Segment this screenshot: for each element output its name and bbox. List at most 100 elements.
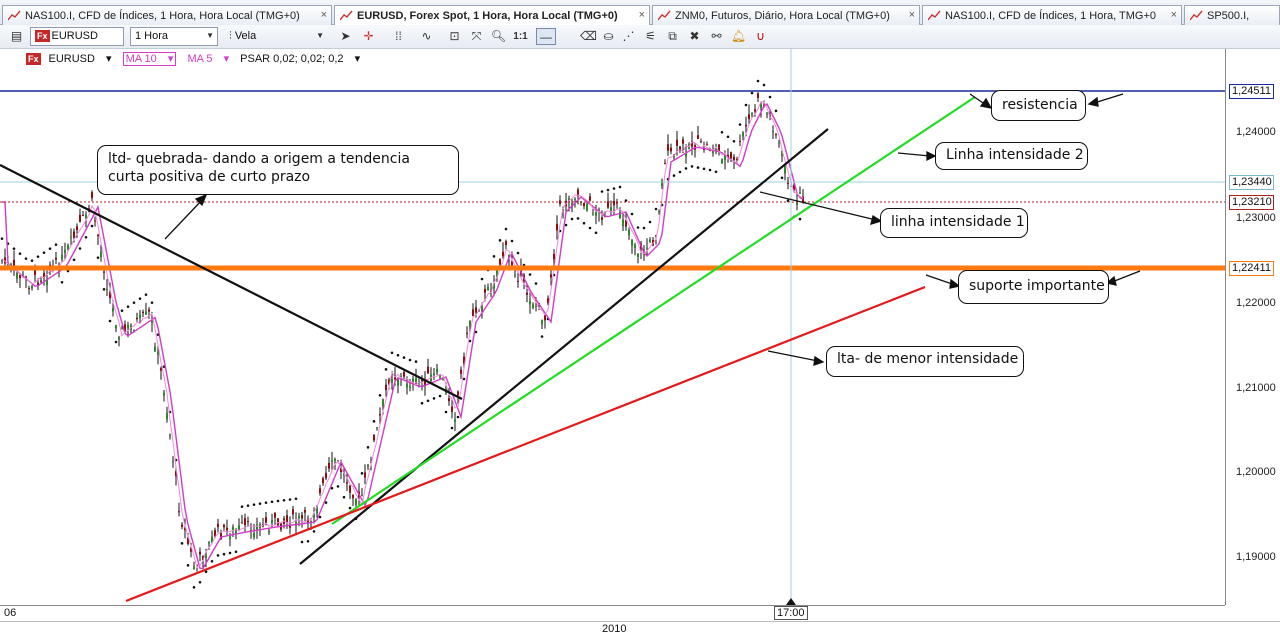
price-chart[interactable] <box>0 49 1225 605</box>
zoom-icon[interactable]: 🔍︎ <box>490 28 507 45</box>
candle-body <box>40 280 42 282</box>
candle-body <box>253 533 255 538</box>
chart-type-value: Vela <box>234 30 257 42</box>
zoom-fit-icon[interactable]: ⤧ <box>468 28 485 45</box>
close-icon[interactable]: × <box>909 9 915 21</box>
candle-body <box>178 511 180 513</box>
legend-ma10[interactable]: MA 10 ▾ <box>122 52 177 66</box>
candle-body <box>97 234 99 237</box>
candle-body <box>466 332 468 334</box>
candle-body <box>91 192 93 199</box>
candle-body <box>85 214 87 218</box>
psar-dot <box>30 259 34 262</box>
candle-body <box>241 522 243 524</box>
candle-body <box>115 325 117 329</box>
candle-body <box>349 485 351 493</box>
candle-body <box>100 251 102 258</box>
psar-dot <box>138 297 142 300</box>
psar-dot <box>198 580 202 584</box>
fill-icon[interactable]: ⛀ <box>600 28 617 45</box>
chart-menu-icon[interactable]: ▤ <box>8 28 25 45</box>
tab-eurusd-1h[interactable]: EURUSD, Forex Spot, 1 Hora, Hora Local (… <box>334 5 650 26</box>
data-window-icon[interactable]: ⊡ <box>446 28 463 45</box>
annotation-linha-intensidade-1[interactable]: linha intensidade 1 <box>880 208 1028 238</box>
psar-dot <box>228 551 232 555</box>
annotation-suporte-importante[interactable]: suporte importante <box>958 270 1109 304</box>
annotation-linha-intensidade-2[interactable]: Linha intensidade 2 <box>935 142 1088 170</box>
chevron-down-icon: ▼ <box>206 31 214 40</box>
chart-type-dropdown[interactable]: ⫶ Vela ▼ <box>224 27 328 46</box>
chart-tab-bar: NAS100.I, CFD de Índices, 1 Hora, Hora L… <box>0 0 1280 26</box>
candle-body <box>583 202 585 207</box>
candle-body <box>469 321 471 328</box>
tab-znm0-daily[interactable]: ZNM0, Futuros, Diário, Hora Local (TMG+0… <box>652 5 920 25</box>
candle-body <box>757 93 759 98</box>
psar-dot <box>426 399 430 403</box>
annotation-ltd[interactable]: ltd- quebrada- dando a origem a tendenci… <box>97 145 459 195</box>
psar-dot <box>588 226 592 230</box>
magnet-icon[interactable]: ⋰ <box>620 28 637 45</box>
candle-body <box>553 253 555 260</box>
candle-body <box>163 392 165 396</box>
candle-body <box>658 210 660 213</box>
price-tick: 1,19000 <box>1236 551 1276 563</box>
candle-body <box>139 314 141 318</box>
eraser-icon[interactable]: ⌫ <box>580 28 597 45</box>
candle-body <box>292 509 294 515</box>
legend-symbol[interactable]: Fx EURUSD ▾ <box>26 53 112 65</box>
candle-body <box>532 304 534 308</box>
time-axis[interactable]: 06 17:00 <box>0 605 1225 621</box>
drawings-icon[interactable]: ⚟ <box>642 28 659 45</box>
psar-dot <box>618 185 622 189</box>
line-tool-icon[interactable]: — <box>536 28 556 45</box>
magnet-snap-icon[interactable]: ∪ <box>752 28 769 45</box>
close-icon[interactable]: × <box>321 9 327 21</box>
psar-dot <box>414 360 418 363</box>
copy-icon[interactable]: ⧉ <box>664 28 681 45</box>
close-icon[interactable]: × <box>639 9 645 21</box>
delete-icon[interactable]: ✖ <box>686 28 703 45</box>
fx-badge: Fx <box>26 53 41 65</box>
alert-bell-icon[interactable]: 🔔︎ <box>730 28 747 45</box>
chart-toolbar: ▤ Fx EURUSD 1 Hora ▼ ⫶ Vela ▼ ➤ ✛ ⁞⁞ ∿ ⊡ ⤧ … <box>0 25 1280 49</box>
interval-dropdown[interactable]: 1 Hora ▼ <box>130 27 218 46</box>
candle-body <box>403 371 405 377</box>
zoom-ratio-button[interactable]: 1:1 <box>512 28 529 45</box>
tab-nas100-1h[interactable]: NAS100.I, CFD de Índices, 1 Hora, Hora L… <box>2 5 332 25</box>
psar-dot <box>636 226 640 229</box>
tab-nas100-tmg[interactable]: NAS100.I, CFD de Índices, 1 Hora, TMG+0 … <box>922 5 1182 25</box>
pointer-icon[interactable]: ➤ <box>337 28 354 45</box>
candle-body <box>397 379 399 386</box>
candle-body <box>481 306 483 311</box>
trading-app: NAS100.I, CFD de Índices, 1 Hora, Hora L… <box>0 0 1280 637</box>
psar-dot <box>294 497 298 501</box>
indicator-icon[interactable]: ∿ <box>418 28 435 45</box>
tab-sp500[interactable]: SP500.I, <box>1184 5 1280 25</box>
psar-dot <box>498 239 502 242</box>
candle-body <box>550 274 552 278</box>
candle-body <box>79 214 81 222</box>
legend-ma5[interactable]: MA 5 ▾ <box>187 53 229 65</box>
candle-body <box>103 271 105 273</box>
psar-dot <box>402 356 406 359</box>
psar-dot <box>444 410 448 414</box>
chart-icon <box>340 10 353 21</box>
price-tick: 1,21000 <box>1236 382 1276 394</box>
annotation-resistencia[interactable]: resistencia <box>991 90 1086 121</box>
candle-body <box>661 180 663 187</box>
psar-dot <box>144 293 148 296</box>
candle-body <box>13 259 15 267</box>
annotation-lta[interactable]: lta- de menor intensidade <box>826 346 1024 377</box>
candle-body <box>151 320 153 323</box>
legend-psar[interactable]: PSAR 0,02; 0,02; 0,2 ▾ <box>240 53 360 65</box>
symbol-selector[interactable]: Fx EURUSD <box>30 27 124 46</box>
crosshair-icon[interactable]: ✛ <box>360 28 377 45</box>
symbol-value: EURUSD <box>51 30 98 42</box>
price-axis[interactable]: 1,24000 1,23000 1,22000 1,21000 1,20000 … <box>1225 49 1280 605</box>
link-icon[interactable]: ⚯ <box>708 28 725 45</box>
psar-dot <box>306 539 310 543</box>
price-tick: 1,24000 <box>1236 126 1276 138</box>
grid-icon[interactable]: ⁞⁞ <box>390 28 407 45</box>
psar-dot <box>108 319 112 323</box>
close-icon[interactable]: × <box>1171 9 1177 21</box>
